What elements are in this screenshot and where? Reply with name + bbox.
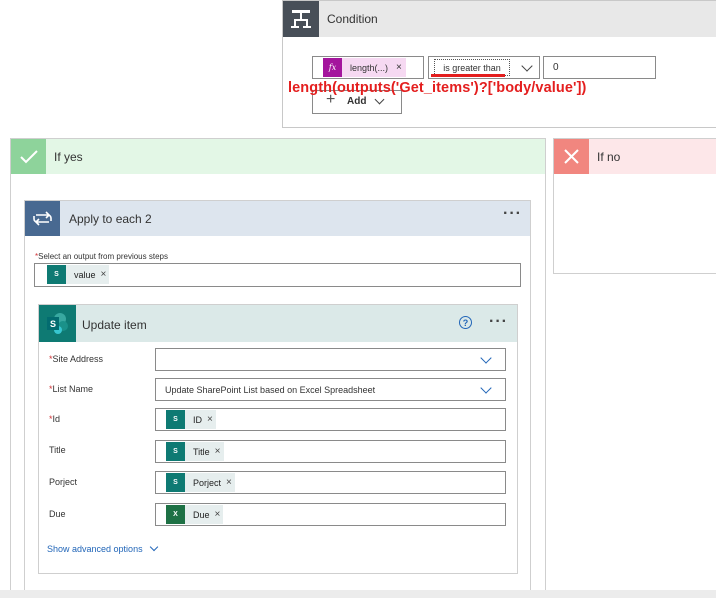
select-output-field[interactable]: S value × bbox=[34, 263, 521, 287]
due-token-label: Due × bbox=[185, 505, 224, 524]
show-advanced-options-link[interactable]: Show advanced options bbox=[47, 542, 158, 554]
sharepoint-icon: S bbox=[166, 442, 185, 461]
if-no-title: If no bbox=[597, 150, 621, 164]
help-circle-icon[interactable]: ? bbox=[459, 316, 472, 329]
close-icon bbox=[554, 139, 589, 174]
loop-icon bbox=[25, 201, 60, 236]
chevron-down-icon bbox=[374, 94, 385, 105]
remove-token-icon[interactable]: × bbox=[226, 477, 235, 488]
chevron-down-icon bbox=[149, 542, 158, 552]
if-no-branch[interactable]: If no bbox=[553, 138, 716, 274]
chevron-down-icon bbox=[521, 60, 533, 72]
add-label: Add bbox=[347, 96, 367, 107]
list-name-select[interactable]: Update SharePoint List based on Excel Sp… bbox=[155, 378, 506, 401]
remove-token-icon[interactable]: × bbox=[101, 269, 110, 280]
sharepoint-icon: S bbox=[166, 473, 185, 492]
list-name-label: *List Name bbox=[49, 384, 94, 394]
expression-token-label: length(...) × bbox=[342, 58, 406, 77]
more-ellipsis-icon[interactable]: ··· bbox=[489, 314, 508, 330]
condition-right-operand[interactable]: 0 bbox=[543, 56, 656, 79]
condition-header[interactable]: Condition bbox=[283, 1, 716, 37]
remove-token-icon[interactable]: × bbox=[207, 414, 216, 425]
condition-card[interactable]: Condition fx length(...) × is greater th… bbox=[282, 0, 716, 128]
id-token[interactable]: S ID × bbox=[166, 410, 216, 429]
due-field[interactable]: X Due × bbox=[155, 503, 506, 526]
chevron-down-icon bbox=[480, 382, 492, 394]
project-label: Porject bbox=[49, 477, 78, 487]
id-token-label: ID × bbox=[185, 410, 216, 429]
id-field[interactable]: S ID × bbox=[155, 408, 506, 431]
excel-icon: X bbox=[166, 505, 185, 524]
apply-to-each-title: Apply to each 2 bbox=[69, 212, 152, 226]
title-token-label: Title × bbox=[185, 442, 224, 461]
update-item-title: Update item bbox=[82, 318, 147, 332]
site-address-label: *Site Address bbox=[49, 354, 104, 364]
apply-to-each-header[interactable]: Apply to each 2 ··· bbox=[25, 201, 530, 236]
svg-text:S: S bbox=[50, 319, 56, 329]
right-operand-value: 0 bbox=[553, 62, 559, 73]
id-label: *Id bbox=[49, 414, 61, 424]
sharepoint-icon: S bbox=[39, 305, 76, 342]
project-token-label: Porject × bbox=[185, 473, 235, 492]
condition-left-operand[interactable]: fx length(...) × bbox=[312, 56, 424, 79]
expression-annotation: length(outputs('Get_items')?['body/value… bbox=[288, 80, 587, 96]
advanced-options-label: Show advanced options bbox=[47, 544, 143, 554]
remove-token-icon[interactable]: × bbox=[215, 446, 224, 457]
check-icon bbox=[11, 139, 46, 174]
update-item-card[interactable]: S Update item ? ··· *Site Address *List … bbox=[38, 304, 518, 574]
update-item-header[interactable]: S Update item ? ··· bbox=[39, 305, 517, 342]
sharepoint-icon: S bbox=[47, 265, 66, 284]
title-field[interactable]: S Title × bbox=[155, 440, 506, 463]
fx-icon: fx bbox=[323, 58, 342, 77]
sharepoint-icon: S bbox=[166, 410, 185, 429]
title-token[interactable]: S Title × bbox=[166, 442, 224, 461]
more-ellipsis-icon[interactable]: ··· bbox=[503, 206, 522, 222]
expression-token-text: length(...) bbox=[350, 62, 389, 73]
annotation-underline bbox=[431, 74, 505, 77]
canvas-bottom-bar bbox=[0, 590, 716, 598]
if-no-header[interactable]: If no bbox=[554, 139, 716, 174]
expression-token[interactable]: fx length(...) × bbox=[323, 58, 406, 77]
chevron-down-icon bbox=[480, 352, 492, 364]
if-yes-header[interactable]: If yes bbox=[11, 139, 545, 174]
project-token[interactable]: S Porject × bbox=[166, 473, 235, 492]
if-yes-title: If yes bbox=[54, 150, 83, 164]
select-output-label: *Select an output from previous steps bbox=[35, 252, 168, 261]
site-address-select[interactable] bbox=[155, 348, 506, 371]
title-label: Title bbox=[49, 445, 66, 455]
due-label: Due bbox=[49, 509, 66, 519]
remove-token-icon[interactable]: × bbox=[396, 62, 402, 73]
due-token[interactable]: X Due × bbox=[166, 505, 224, 524]
project-field[interactable]: S Porject × bbox=[155, 471, 506, 494]
condition-title: Condition bbox=[327, 12, 378, 26]
remove-token-icon[interactable]: × bbox=[215, 509, 224, 520]
list-name-value: Update SharePoint List based on Excel Sp… bbox=[165, 385, 376, 395]
value-token-label: value × bbox=[66, 265, 110, 284]
value-token[interactable]: S value × bbox=[47, 265, 110, 284]
condition-branch-icon bbox=[283, 1, 319, 37]
